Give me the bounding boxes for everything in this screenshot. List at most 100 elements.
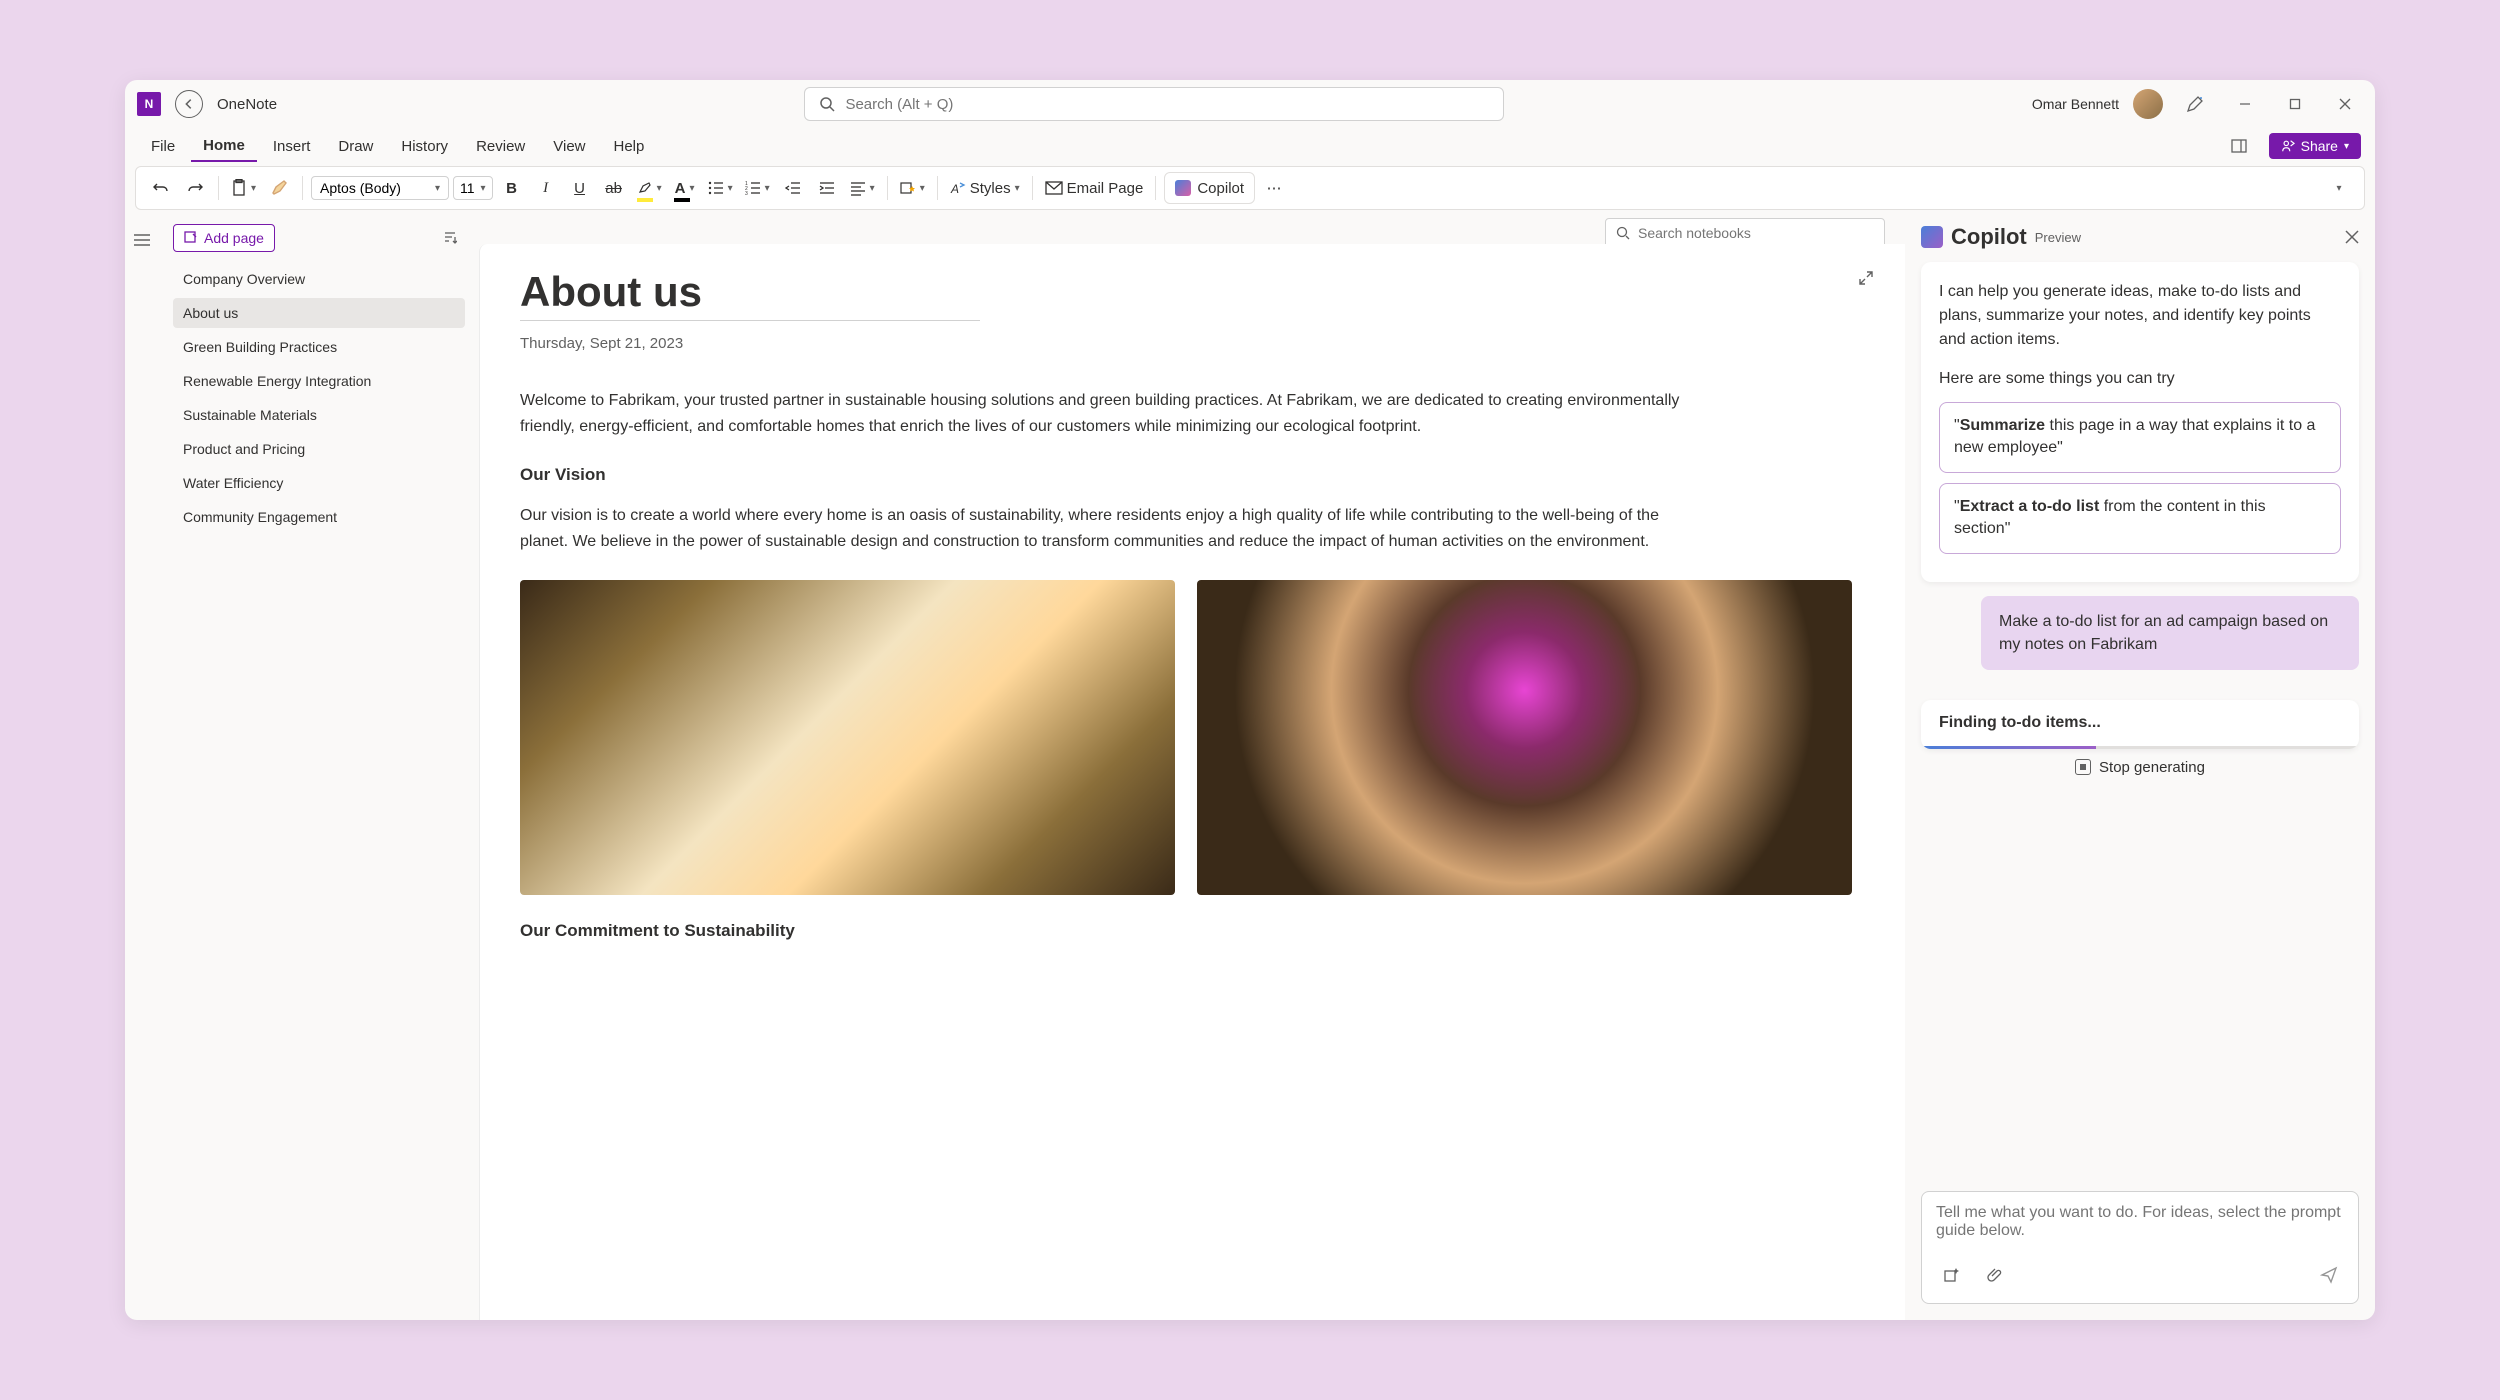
font-color-button[interactable]: A▾ xyxy=(670,172,700,204)
tab-review[interactable]: Review xyxy=(464,132,537,161)
nav-toggle-button[interactable] xyxy=(127,224,157,256)
titlebar: N OneNote Omar Bennett xyxy=(125,80,2375,128)
chevron-down-icon: ▾ xyxy=(690,183,695,194)
suggestion-summarize[interactable]: "Summarize this page in a way that expla… xyxy=(1939,402,2341,473)
sort-icon xyxy=(443,231,457,245)
search-icon xyxy=(819,96,835,112)
notebook-search-input[interactable] xyxy=(1638,225,1874,241)
number-list-button[interactable]: 123▾ xyxy=(741,172,774,204)
tab-help[interactable]: Help xyxy=(602,132,657,161)
search-input[interactable] xyxy=(845,96,1489,113)
chevron-down-icon: ▾ xyxy=(1015,183,1020,194)
content-image[interactable] xyxy=(1197,580,1852,895)
email-page-button[interactable]: Email Page xyxy=(1041,172,1148,204)
sort-button[interactable] xyxy=(435,222,465,254)
undo-button[interactable] xyxy=(146,172,176,204)
highlighter-icon xyxy=(637,180,653,196)
page-item[interactable]: Company Overview xyxy=(173,264,465,294)
copilot-textarea[interactable] xyxy=(1936,1204,2344,1248)
tags-button[interactable]: ▾ xyxy=(896,172,929,204)
svg-text:3: 3 xyxy=(745,191,748,196)
font-size-select[interactable]: 11▾ xyxy=(453,176,493,200)
page-item[interactable]: Water Efficiency xyxy=(173,468,465,498)
close-button[interactable] xyxy=(2327,86,2363,122)
page-item[interactable]: Green Building Practices xyxy=(173,332,465,362)
styles-icon: A xyxy=(950,180,966,196)
copilot-input-area[interactable] xyxy=(1921,1191,2359,1304)
avatar[interactable] xyxy=(2133,89,2163,119)
intro-paragraph[interactable]: Welcome to Fabrikam, your trusted partne… xyxy=(520,388,1700,439)
copilot-intro-card: I can help you generate ideas, make to-d… xyxy=(1921,262,2359,582)
page-item[interactable]: Sustainable Materials xyxy=(173,400,465,430)
strikethrough-button[interactable]: ab xyxy=(599,172,629,204)
copilot-ribbon-button[interactable]: Copilot xyxy=(1164,172,1255,204)
redo-button[interactable] xyxy=(180,172,210,204)
content-image[interactable] xyxy=(520,580,1175,895)
page-item[interactable]: Community Engagement xyxy=(173,502,465,532)
more-button[interactable]: ⋯ xyxy=(1259,172,1289,204)
copilot-title: Copilot xyxy=(1951,224,2027,250)
tab-home[interactable]: Home xyxy=(191,131,257,162)
tab-file[interactable]: File xyxy=(139,132,187,161)
send-button[interactable] xyxy=(2314,1259,2344,1291)
minimize-icon xyxy=(2239,98,2251,110)
align-button[interactable]: ▾ xyxy=(846,172,879,204)
editor-canvas[interactable]: About us Thursday, Sept 21, 2023 Welcome… xyxy=(479,244,1905,1320)
paintbrush-icon xyxy=(270,179,288,197)
clipboard-icon xyxy=(231,179,247,197)
maximize-button[interactable] xyxy=(2277,86,2313,122)
stop-icon xyxy=(2075,759,2091,775)
underline-button[interactable]: U xyxy=(565,172,595,204)
undo-icon xyxy=(153,180,169,196)
ribbon-collapse-button[interactable]: ▾ xyxy=(2324,172,2354,204)
page-title[interactable]: About us xyxy=(520,268,1865,316)
vision-heading[interactable]: Our Vision xyxy=(520,465,1865,485)
suggestion-extract-todo[interactable]: "Extract a to-do list from the content i… xyxy=(1939,483,2341,554)
edit-plus-icon xyxy=(184,231,198,245)
paperclip-icon xyxy=(1987,1267,2003,1283)
paste-button[interactable]: ▾ xyxy=(227,172,260,204)
copilot-close-button[interactable] xyxy=(2345,230,2359,244)
copilot-intro-text: I can help you generate ideas, make to-d… xyxy=(1939,280,2341,352)
stop-generating-button[interactable]: Stop generating xyxy=(1921,759,2359,776)
page-item[interactable]: About us xyxy=(173,298,465,328)
tab-history[interactable]: History xyxy=(389,132,460,161)
global-search[interactable] xyxy=(804,87,1504,121)
send-icon xyxy=(2320,1266,2338,1284)
back-button[interactable] xyxy=(175,90,203,118)
pen-mode-button[interactable] xyxy=(2177,86,2213,122)
add-page-button[interactable]: Add page xyxy=(173,224,275,252)
outdent-icon xyxy=(785,180,801,196)
prompt-guide-button[interactable] xyxy=(1936,1259,1966,1291)
font-select[interactable]: Aptos (Body)▾ xyxy=(311,176,449,200)
page-item[interactable]: Renewable Energy Integration xyxy=(173,366,465,396)
styles-button[interactable]: AStyles▾ xyxy=(946,172,1024,204)
chevron-down-icon: ▾ xyxy=(481,183,486,194)
share-label: Share xyxy=(2301,138,2338,154)
chevron-down-icon: ▾ xyxy=(870,183,875,194)
chevron-down-icon: ▾ xyxy=(2336,183,2341,194)
bold-button[interactable]: B xyxy=(497,172,527,204)
tab-view[interactable]: View xyxy=(541,132,597,161)
format-painter-button[interactable] xyxy=(264,172,294,204)
ribbon-tabs: File Home Insert Draw History Review Vie… xyxy=(125,128,2375,164)
tab-insert[interactable]: Insert xyxy=(261,132,323,161)
share-button[interactable]: Share ▾ xyxy=(2269,133,2361,159)
italic-button[interactable]: I xyxy=(531,172,561,204)
page-item[interactable]: Product and Pricing xyxy=(173,434,465,464)
user-message: Make a to-do list for an ad campaign bas… xyxy=(1981,596,2359,670)
bullet-list-button[interactable]: ▾ xyxy=(704,172,737,204)
commitment-heading[interactable]: Our Commitment to Sustainability xyxy=(520,921,1865,941)
expand-button[interactable] xyxy=(1851,262,1881,294)
arrow-left-icon xyxy=(182,97,196,111)
highlight-button[interactable]: ▾ xyxy=(633,172,666,204)
minimize-button[interactable] xyxy=(2227,86,2263,122)
tab-draw[interactable]: Draw xyxy=(326,132,385,161)
vision-paragraph[interactable]: Our vision is to create a world where ev… xyxy=(520,503,1700,554)
chevron-down-icon: ▾ xyxy=(251,183,256,194)
indent-button[interactable] xyxy=(812,172,842,204)
attach-button[interactable] xyxy=(1980,1259,2010,1291)
ribbon-toolbar: ▾ Aptos (Body)▾ 11▾ B I U ab ▾ A▾ ▾ 123▾… xyxy=(135,166,2365,210)
ribbon-mode-button[interactable] xyxy=(2221,128,2257,164)
outdent-button[interactable] xyxy=(778,172,808,204)
